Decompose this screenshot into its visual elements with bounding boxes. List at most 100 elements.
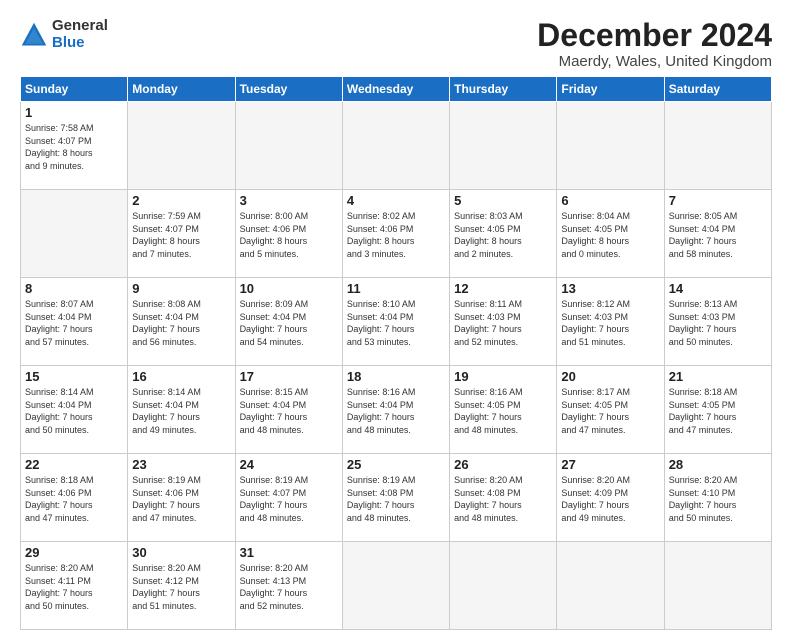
day-number: 13	[561, 281, 659, 296]
calendar-cell	[342, 542, 449, 630]
col-sunday: Sunday	[21, 77, 128, 102]
day-info: Sunrise: 8:13 AMSunset: 4:03 PMDaylight:…	[669, 299, 738, 347]
title-area: December 2024 Maerdy, Wales, United King…	[537, 18, 772, 70]
day-info: Sunrise: 8:14 AMSunset: 4:04 PMDaylight:…	[25, 387, 94, 435]
calendar-cell	[450, 542, 557, 630]
calendar-week-3: 15Sunrise: 8:14 AMSunset: 4:04 PMDayligh…	[21, 366, 772, 454]
calendar-cell: 23 Sunrise: 8:19 AMSunset: 4:06 PMDayligh…	[128, 454, 235, 542]
calendar-cell: 9Sunrise: 8:08 AMSunset: 4:04 PMDaylight…	[128, 278, 235, 366]
day-info: Sunrise: 7:58 AMSunset: 4:07 PMDaylight:…	[25, 123, 94, 171]
day-number: 11	[347, 281, 445, 296]
calendar: Sunday Monday Tuesday Wednesday Thursday…	[20, 76, 772, 630]
day-info: Sunrise: 8:07 AMSunset: 4:04 PMDaylight:…	[25, 299, 94, 347]
calendar-cell: 28Sunrise: 8:20 AMSunset: 4:10 PMDayligh…	[664, 454, 771, 542]
logo-general-text: General	[52, 18, 108, 35]
calendar-cell: 12Sunrise: 8:11 AMSunset: 4:03 PMDayligh…	[450, 278, 557, 366]
calendar-cell: 31Sunrise: 8:20 AMSunset: 4:13 PMDayligh…	[235, 542, 342, 630]
calendar-week-2: 8 Sunrise: 8:07 AMSunset: 4:04 PMDaylight…	[21, 278, 772, 366]
calendar-cell: 26 Sunrise: 8:20 AMSunset: 4:08 PMDayligh…	[450, 454, 557, 542]
calendar-cell	[450, 102, 557, 190]
col-friday: Friday	[557, 77, 664, 102]
month-title: December 2024	[537, 18, 772, 53]
calendar-cell	[21, 190, 128, 278]
day-info: Sunrise: 8:11 AMSunset: 4:03 PMDaylight:…	[454, 299, 522, 347]
day-number: 10	[240, 281, 338, 296]
day-number: 24	[240, 457, 338, 472]
day-info: Sunrise: 8:04 AMSunset: 4:05 PMDaylight:…	[561, 211, 630, 259]
calendar-cell: 4Sunrise: 8:02 AMSunset: 4:06 PMDaylight…	[342, 190, 449, 278]
day-info: Sunrise: 7:59 AMSunset: 4:07 PMDaylight:…	[132, 211, 201, 259]
day-number: 27	[561, 457, 659, 472]
calendar-week-5: 29Sunrise: 8:20 AMSunset: 4:11 PMDayligh…	[21, 542, 772, 630]
col-wednesday: Wednesday	[342, 77, 449, 102]
day-number: 17	[240, 369, 338, 384]
day-info: Sunrise: 8:14 AMSunset: 4:04 PMDaylight:…	[132, 387, 201, 435]
calendar-cell: 2 Sunrise: 7:59 AMSunset: 4:07 PMDaylight…	[128, 190, 235, 278]
calendar-cell	[557, 102, 664, 190]
day-info: Sunrise: 8:19 AMSunset: 4:08 PMDaylight:…	[347, 475, 416, 523]
day-info: Sunrise: 8:00 AMSunset: 4:06 PMDaylight:…	[240, 211, 309, 259]
day-number: 6	[561, 193, 659, 208]
calendar-cell: 18Sunrise: 8:16 AMSunset: 4:04 PMDayligh…	[342, 366, 449, 454]
day-number: 21	[669, 369, 767, 384]
day-info: Sunrise: 8:12 AMSunset: 4:03 PMDaylight:…	[561, 299, 630, 347]
day-info: Sunrise: 8:09 AMSunset: 4:04 PMDaylight:…	[240, 299, 309, 347]
day-number: 7	[669, 193, 767, 208]
calendar-cell: 30Sunrise: 8:20 AMSunset: 4:12 PMDayligh…	[128, 542, 235, 630]
day-number: 22	[25, 457, 123, 472]
calendar-cell	[664, 542, 771, 630]
day-number: 25	[347, 457, 445, 472]
page: General Blue December 2024 Maerdy, Wales…	[0, 0, 792, 612]
col-saturday: Saturday	[664, 77, 771, 102]
calendar-cell: 5 Sunrise: 8:03 AMSunset: 4:05 PMDaylight…	[450, 190, 557, 278]
day-info: Sunrise: 8:16 AMSunset: 4:05 PMDaylight:…	[454, 387, 523, 435]
day-number: 5	[454, 193, 552, 208]
day-number: 16	[132, 369, 230, 384]
calendar-cell: 21Sunrise: 8:18 AMSunset: 4:05 PMDayligh…	[664, 366, 771, 454]
day-number: 2	[132, 193, 230, 208]
day-number: 8	[25, 281, 123, 296]
day-info: Sunrise: 8:03 AMSunset: 4:05 PMDaylight:…	[454, 211, 523, 259]
col-thursday: Thursday	[450, 77, 557, 102]
calendar-cell: 27Sunrise: 8:20 AMSunset: 4:09 PMDayligh…	[557, 454, 664, 542]
calendar-cell: 1 Sunrise: 7:58 AMSunset: 4:07 PMDaylight…	[21, 102, 128, 190]
day-info: Sunrise: 8:15 AMSunset: 4:04 PMDaylight:…	[240, 387, 309, 435]
calendar-cell: 19 Sunrise: 8:16 AMSunset: 4:05 PMDayligh…	[450, 366, 557, 454]
day-info: Sunrise: 8:19 AMSunset: 4:07 PMDaylight:…	[240, 475, 309, 523]
calendar-cell	[128, 102, 235, 190]
calendar-cell: 6 Sunrise: 8:04 AMSunset: 4:05 PMDaylight…	[557, 190, 664, 278]
calendar-cell: 29Sunrise: 8:20 AMSunset: 4:11 PMDayligh…	[21, 542, 128, 630]
day-info: Sunrise: 8:16 AMSunset: 4:04 PMDaylight:…	[347, 387, 416, 435]
logo-text: General Blue	[52, 18, 108, 51]
calendar-week-1: 2 Sunrise: 7:59 AMSunset: 4:07 PMDaylight…	[21, 190, 772, 278]
day-info: Sunrise: 8:10 AMSunset: 4:04 PMDaylight:…	[347, 299, 416, 347]
day-number: 29	[25, 545, 123, 560]
logo-blue-text: Blue	[52, 35, 108, 52]
header: General Blue December 2024 Maerdy, Wales…	[20, 18, 772, 70]
col-tuesday: Tuesday	[235, 77, 342, 102]
calendar-cell	[235, 102, 342, 190]
day-number: 4	[347, 193, 445, 208]
calendar-cell: 13 Sunrise: 8:12 AMSunset: 4:03 PMDayligh…	[557, 278, 664, 366]
day-number: 23	[132, 457, 230, 472]
calendar-cell: 14Sunrise: 8:13 AMSunset: 4:03 PMDayligh…	[664, 278, 771, 366]
day-info: Sunrise: 8:17 AMSunset: 4:05 PMDaylight:…	[561, 387, 630, 435]
calendar-cell: 10 Sunrise: 8:09 AMSunset: 4:04 PMDayligh…	[235, 278, 342, 366]
day-info: Sunrise: 8:19 AMSunset: 4:06 PMDaylight:…	[132, 475, 201, 523]
day-info: Sunrise: 8:20 AMSunset: 4:13 PMDaylight:…	[240, 563, 309, 611]
calendar-cell: 8 Sunrise: 8:07 AMSunset: 4:04 PMDaylight…	[21, 278, 128, 366]
day-number: 1	[25, 105, 123, 120]
location: Maerdy, Wales, United Kingdom	[537, 53, 772, 70]
day-info: Sunrise: 8:20 AMSunset: 4:10 PMDaylight:…	[669, 475, 738, 523]
calendar-cell: 24 Sunrise: 8:19 AMSunset: 4:07 PMDayligh…	[235, 454, 342, 542]
calendar-cell: 25 Sunrise: 8:19 AMSunset: 4:08 PMDayligh…	[342, 454, 449, 542]
calendar-cell: 20Sunrise: 8:17 AMSunset: 4:05 PMDayligh…	[557, 366, 664, 454]
logo: General Blue	[20, 18, 108, 51]
calendar-cell: 17 Sunrise: 8:15 AMSunset: 4:04 PMDayligh…	[235, 366, 342, 454]
day-info: Sunrise: 8:18 AMSunset: 4:06 PMDaylight:…	[25, 475, 94, 523]
calendar-cell	[557, 542, 664, 630]
day-number: 19	[454, 369, 552, 384]
day-number: 9	[132, 281, 230, 296]
day-number: 26	[454, 457, 552, 472]
day-info: Sunrise: 8:20 AMSunset: 4:08 PMDaylight:…	[454, 475, 523, 523]
